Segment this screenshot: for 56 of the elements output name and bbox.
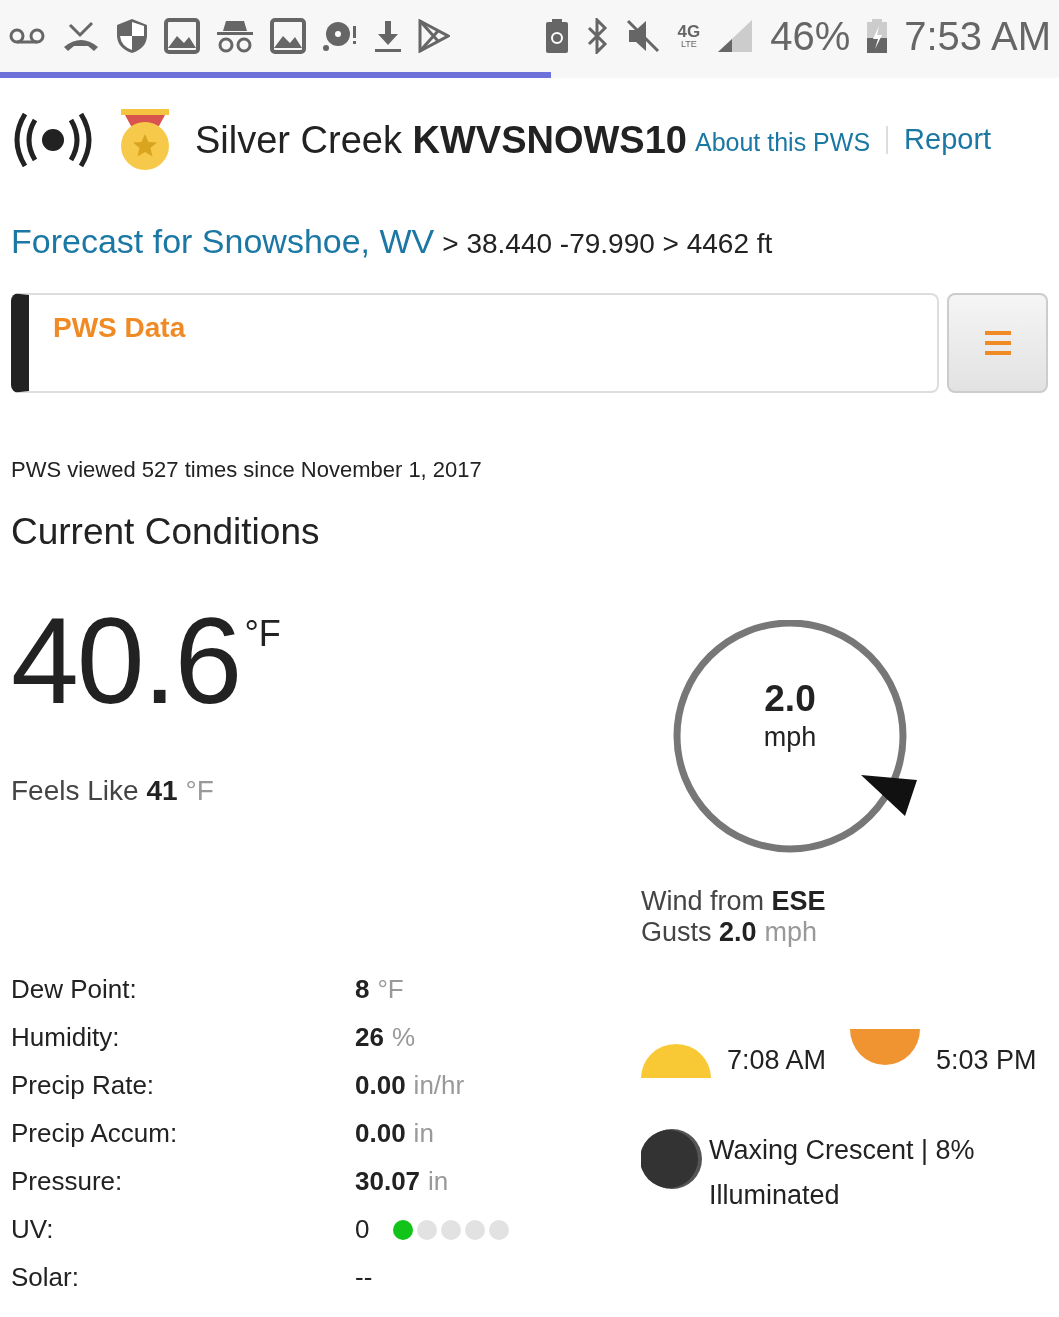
missed-call-icon bbox=[62, 21, 100, 51]
wind-speed-unit: mph bbox=[762, 720, 818, 754]
observation-label: Precip Rate: bbox=[11, 1069, 156, 1102]
about-link[interactable]: About this PWS bbox=[695, 124, 871, 162]
observation-value: 8 °F bbox=[355, 973, 404, 1006]
location-details: > 38.440 -79.990 > 4462 ft bbox=[442, 227, 773, 261]
battery-icon bbox=[866, 18, 889, 54]
mute-icon bbox=[625, 18, 662, 54]
observation-label: Pressure: bbox=[11, 1165, 124, 1198]
play-icon bbox=[418, 19, 450, 53]
forecast-link[interactable]: Forecast for Snowshoe, WV bbox=[11, 216, 435, 267]
battery-percent: 46% bbox=[770, 16, 851, 56]
observation-label: Solar: bbox=[11, 1261, 80, 1294]
station-title: Silver Creek KWVSNOWS10 bbox=[195, 117, 687, 163]
sunrise-icon bbox=[641, 1041, 711, 1078]
observation-value: 0.00 in/hr bbox=[355, 1069, 465, 1102]
observation-label: UV: bbox=[11, 1213, 55, 1246]
observation-value: 0 bbox=[355, 1213, 370, 1246]
observation-value: 0.00 in bbox=[355, 1117, 434, 1150]
network-sub-label: LTE bbox=[680, 40, 697, 49]
clock-time: 7:53 AM bbox=[904, 16, 1051, 56]
wind-direction-text: Wind from ESE bbox=[641, 885, 827, 917]
signal-icon bbox=[716, 18, 755, 54]
wind-gusts-text: Gusts 2.0 mph bbox=[641, 916, 819, 948]
wind-speed: 2.0 bbox=[763, 679, 817, 717]
incognito-icon bbox=[216, 19, 254, 53]
voicemail-icon bbox=[8, 26, 46, 46]
download-icon bbox=[374, 19, 402, 53]
observation-label: Humidity: bbox=[11, 1021, 121, 1054]
panel-title: PWS Data bbox=[53, 312, 186, 343]
sunset-icon bbox=[850, 1028, 921, 1065]
temperature-unit: °F bbox=[244, 615, 281, 656]
image-icon bbox=[164, 18, 200, 54]
views-note: PWS viewed 527 times since November 1, 2017 bbox=[11, 456, 483, 484]
bluetooth-icon bbox=[585, 18, 610, 54]
feels-like-text: Feels Like 41 °F bbox=[11, 773, 215, 808]
observation-value: 26 % bbox=[355, 1021, 416, 1054]
moon-icon bbox=[641, 1128, 703, 1191]
menu-icon bbox=[984, 331, 1011, 355]
observation-value: -- bbox=[355, 1261, 373, 1294]
medal-icon bbox=[119, 108, 171, 172]
disc-icon bbox=[322, 20, 358, 52]
moon-phase-text: Waxing Crescent | 8% Illuminated bbox=[709, 1135, 975, 1210]
section-title: Current Conditions bbox=[11, 510, 321, 554]
observation-label: Precip Accum: bbox=[11, 1117, 179, 1150]
temperature-value: 40.6 bbox=[11, 599, 241, 722]
battery-saver-icon bbox=[545, 18, 570, 54]
menu-button[interactable] bbox=[947, 293, 1048, 393]
observation-label: Dew Point: bbox=[11, 973, 138, 1006]
observation-value: 30.07 in bbox=[355, 1165, 449, 1198]
sunset-time: 5:03 PM bbox=[936, 1043, 1037, 1077]
shield-icon bbox=[116, 18, 148, 54]
sunrise-time: 7:08 AM bbox=[727, 1043, 827, 1077]
network-type-label: 4G bbox=[677, 23, 701, 40]
image-icon bbox=[270, 18, 306, 54]
report-link[interactable]: Report bbox=[904, 118, 992, 162]
